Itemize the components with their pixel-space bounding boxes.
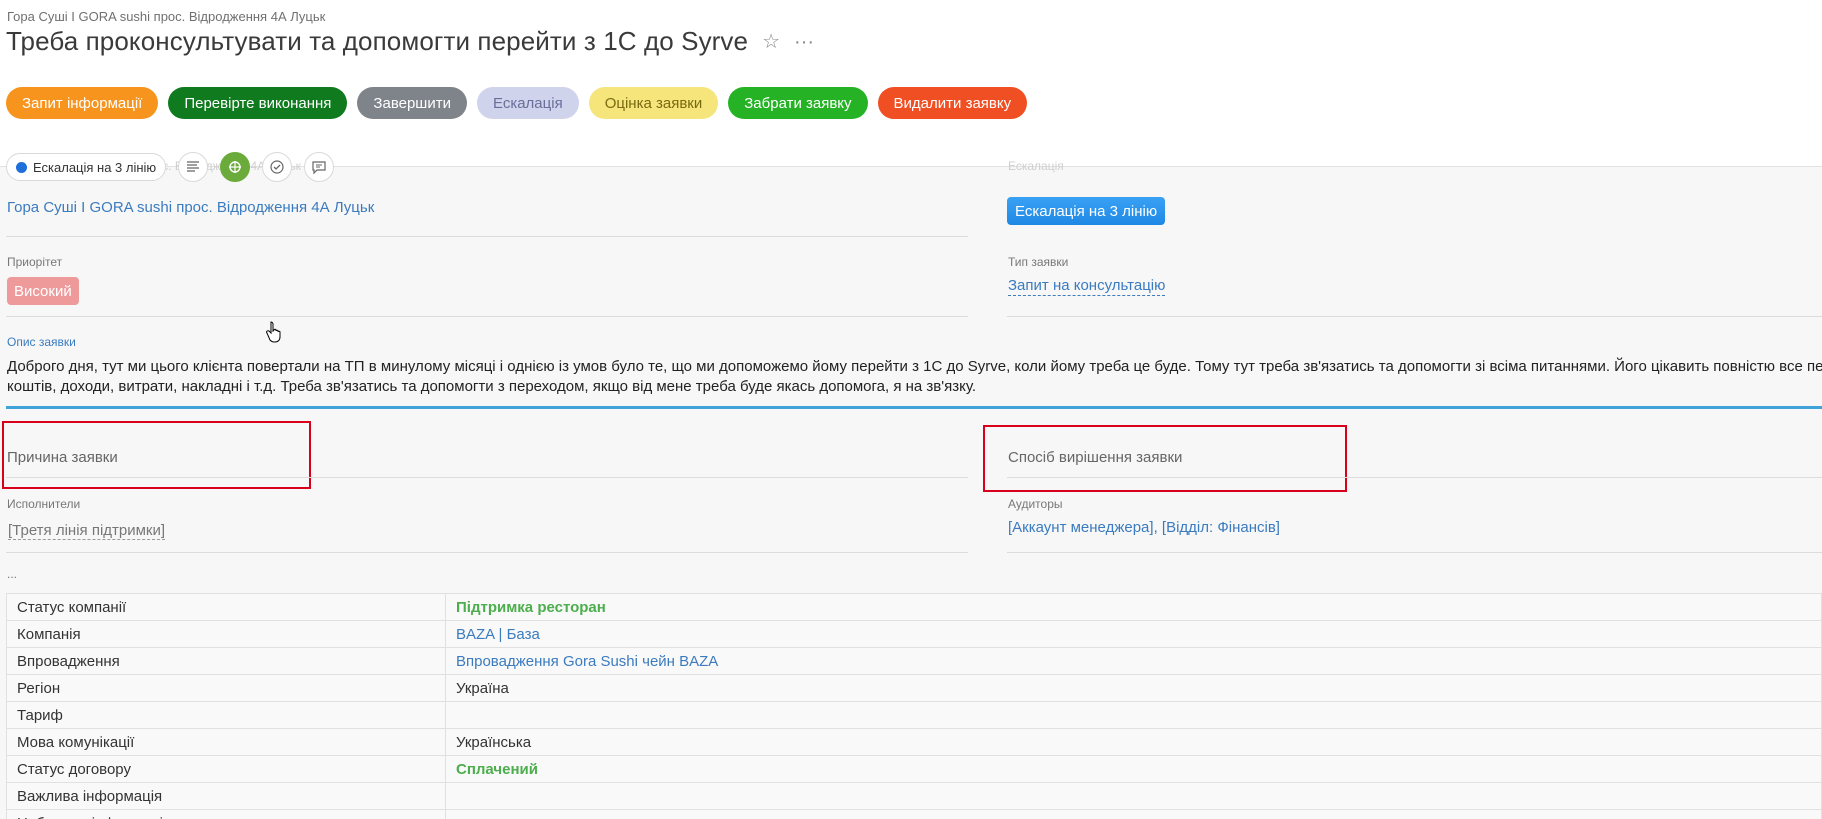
- action-buttons: Запит інформації Перевірте виконання Зав…: [6, 87, 1028, 119]
- more-icon[interactable]: ···: [794, 32, 814, 52]
- divider: [1007, 477, 1822, 478]
- executors-link[interactable]: [Третя лінія підтримки]: [8, 522, 166, 540]
- row-key: Тариф: [6, 701, 446, 729]
- description-line: коштів, доходи, витрати, накладні і т.д.…: [7, 378, 977, 395]
- request-info-button[interactable]: Запит інформації: [6, 87, 159, 119]
- row-value: Підтримка ресторан: [445, 593, 1822, 621]
- hand-cursor-icon: [266, 321, 281, 343]
- status-label: Ескалація: [1008, 159, 1064, 173]
- status-chip-label: Ескалація на 3 лінію: [33, 159, 157, 175]
- row-value: Сплачений: [445, 755, 1822, 783]
- table-row: Компанія BAZA | База: [6, 620, 1822, 648]
- table-row: Важлива інформація: [6, 782, 1822, 810]
- status-chip[interactable]: Ескалація на 3 лінію: [6, 153, 167, 181]
- rate-request-button[interactable]: Оцінка заявки: [588, 87, 719, 119]
- request-details: Гора Суші I GORA sushi прос. Відродження…: [0, 159, 1822, 819]
- row-value: [445, 809, 1822, 819]
- divider: [6, 316, 968, 317]
- priority-label: Приорітет: [7, 255, 63, 269]
- divider: [1007, 316, 1822, 317]
- divider: [6, 236, 968, 237]
- row-value: Українська: [445, 728, 1822, 756]
- table-row: Впровадження Впровадження Gora Sushi чейн…: [6, 647, 1822, 675]
- divider: [6, 552, 968, 553]
- divider: [1007, 552, 1822, 553]
- row-key: Регіон: [6, 674, 446, 702]
- delete-request-button[interactable]: Видалити заявку: [877, 87, 1028, 119]
- row-key: Мова комунікації: [6, 728, 446, 756]
- row-value[interactable]: BAZA | База: [445, 620, 1822, 648]
- description-separator: [6, 406, 1822, 409]
- auditor-separator: ,: [1153, 519, 1162, 536]
- table-row: Тариф: [6, 701, 1822, 729]
- table-row: Статус компанії Підтримка ресторан: [6, 593, 1822, 621]
- table-row: Статус договору Сплачений: [6, 755, 1822, 783]
- list-icon[interactable]: [178, 152, 209, 182]
- description-line: Доброго дня, тут ми цього клієнта поверт…: [7, 358, 1822, 375]
- check-execution-button[interactable]: Перевірте виконання: [168, 87, 348, 119]
- page-title: Треба проконсультувати та допомогти пере…: [6, 26, 749, 56]
- row-key: Статус компанії: [6, 593, 446, 621]
- highlight-box: [983, 425, 1347, 492]
- table-row: Небажана інформація: [6, 809, 1822, 819]
- status-toolbar: Ескалація на 3 лінію: [6, 152, 335, 182]
- star-icon[interactable]: ☆: [762, 32, 780, 52]
- status-badge: Ескалація на 3 лінію: [1007, 197, 1166, 225]
- auditor-link[interactable]: [Аккаунт менеджера]: [1008, 519, 1154, 536]
- more-ellipsis[interactable]: ...: [7, 567, 17, 581]
- row-key: Впровадження: [6, 647, 446, 675]
- check-circle-icon[interactable]: [262, 152, 293, 182]
- type-label: Тип заявки: [1008, 255, 1069, 269]
- comment-icon[interactable]: [304, 152, 335, 182]
- executors-label: Исполнители: [7, 497, 81, 511]
- table-row: Регіон Україна: [6, 674, 1822, 702]
- description-label: Опис заявки: [7, 335, 76, 349]
- breadcrumb[interactable]: Гора Суші I GORA sushi прос. Відродження…: [7, 9, 325, 24]
- row-value: [445, 701, 1822, 729]
- complete-button[interactable]: Завершити: [357, 87, 467, 119]
- client-link[interactable]: Гора Суші I GORA sushi прос. Відродження…: [7, 199, 374, 216]
- row-value[interactable]: Впровадження Gora Sushi чейн BAZA: [445, 647, 1822, 675]
- gauge-icon[interactable]: [220, 152, 251, 182]
- auditors-label: Аудиторы: [1008, 497, 1063, 511]
- row-key: Статус договору: [6, 755, 446, 783]
- take-request-button[interactable]: Забрати заявку: [728, 87, 868, 119]
- row-value: [445, 782, 1822, 810]
- table-row: Мова комунікації Українська: [6, 728, 1822, 756]
- company-info-table: Статус компанії Підтримка ресторан Компані…: [6, 593, 1822, 819]
- divider: [6, 477, 968, 478]
- title-row: Треба проконсультувати та допомогти пере…: [6, 26, 814, 57]
- type-link[interactable]: Запит на консультацію: [1008, 277, 1166, 296]
- status-dot-icon: [16, 161, 27, 173]
- priority-badge: Високий: [7, 277, 79, 305]
- description-text: Доброго дня, тут ми цього клієнта поверт…: [7, 357, 1822, 397]
- auditor-link[interactable]: [Відділ: Фінансів]: [1162, 519, 1280, 536]
- row-key: Небажана інформація: [6, 809, 446, 819]
- row-value: Україна: [445, 674, 1822, 702]
- auditors-list: [Аккаунт менеджера], [Відділ: Фінансів]: [1008, 519, 1280, 536]
- row-key: Важлива інформація: [6, 782, 446, 810]
- escalation-button[interactable]: Ескалація: [476, 87, 579, 119]
- row-key: Компанія: [6, 620, 446, 648]
- highlight-box: [2, 421, 311, 489]
